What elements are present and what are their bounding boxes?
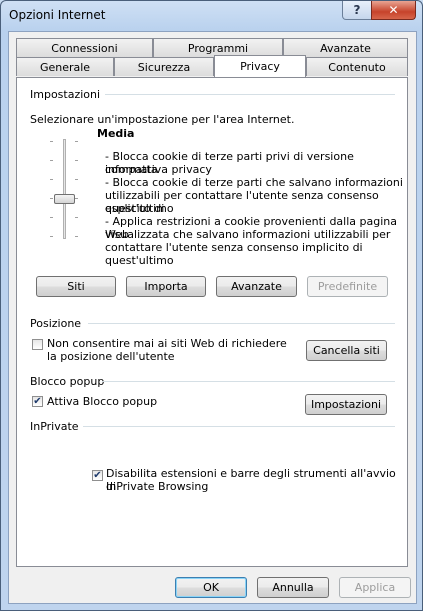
slider-tick	[50, 160, 53, 161]
slider-tick	[75, 179, 78, 180]
sites-button[interactable]: Siti	[36, 276, 116, 297]
separator-line	[105, 94, 395, 95]
popup-group-label: Blocco popup	[30, 375, 105, 388]
ok-button[interactable]: OK	[175, 577, 247, 598]
privacy-desc-line: quest'ultimo	[105, 202, 174, 215]
popup-checkbox[interactable]: ✔	[32, 396, 43, 407]
privacy-panel: Impostazioni Selezionare un'impostazione…	[16, 77, 408, 567]
dialog-client-area: Connessioni Programmi Avanzate Generale …	[8, 31, 417, 604]
inprivate-group-label: InPrivate	[30, 420, 79, 433]
window-title: Opzioni Internet	[9, 8, 106, 22]
import-button[interactable]: Importa	[126, 276, 206, 297]
dialog-window: Opzioni Internet ? ✕ Connessioni Program…	[0, 0, 423, 611]
slider-tick	[75, 236, 78, 237]
location-checkbox-label: la posizione dell'utente	[47, 350, 175, 363]
help-button[interactable]: ?	[342, 1, 372, 20]
slider-tick	[75, 198, 78, 199]
slider-track[interactable]	[63, 139, 66, 239]
separator-line	[83, 426, 395, 427]
cancel-button[interactable]: Annulla	[257, 577, 329, 598]
privacy-desc-line: - Blocca cookie di terze parti che salva…	[105, 176, 403, 189]
slider-tick	[75, 217, 78, 218]
tab-contenuto[interactable]: Contenuto	[306, 57, 408, 76]
advanced-button[interactable]: Avanzate	[216, 276, 297, 297]
apply-button[interactable]: Applica	[339, 577, 411, 598]
clear-sites-button[interactable]: Cancella siti	[306, 340, 387, 361]
tab-generale[interactable]: Generale	[16, 57, 114, 76]
location-checkbox[interactable]	[32, 339, 43, 350]
slider-tick	[50, 141, 53, 142]
privacy-level-title: Media	[97, 127, 135, 140]
close-button[interactable]: ✕	[371, 1, 416, 20]
slider-tick	[50, 198, 53, 199]
settings-instruction: Selezionare un'impostazione per l'area I…	[30, 113, 295, 126]
slider-tick	[75, 141, 78, 142]
tab-sicurezza[interactable]: Sicurezza	[114, 57, 214, 76]
inprivate-checkbox[interactable]: ✔	[92, 470, 103, 481]
tab-connessioni[interactable]: Connessioni	[16, 38, 153, 57]
default-button[interactable]: Predefinite	[307, 276, 388, 297]
privacy-desc-line: contattare l'utente senza consenso impli…	[105, 241, 363, 267]
slider-tick	[50, 236, 53, 237]
separator-line	[102, 381, 395, 382]
privacy-desc-line: visualizzata che salvano informazioni ut…	[105, 228, 391, 241]
location-checkbox-label: Non consentire mai ai siti Web di richie…	[47, 337, 287, 350]
slider-tick	[75, 160, 78, 161]
tab-privacy[interactable]: Privacy	[214, 55, 306, 77]
inprivate-checkbox-label: InPrivate Browsing	[106, 480, 209, 493]
slider-thumb[interactable]	[54, 194, 75, 204]
location-group-label: Posizione	[30, 317, 82, 330]
popup-checkbox-label: Attiva Blocco popup	[47, 395, 158, 408]
popup-settings-button[interactable]: Impostazioni	[305, 394, 387, 415]
privacy-desc-line: informativa privacy	[105, 163, 212, 176]
slider-tick	[50, 179, 53, 180]
slider-tick	[50, 217, 53, 218]
settings-group-label: Impostazioni	[30, 88, 101, 101]
separator-line	[88, 323, 395, 324]
